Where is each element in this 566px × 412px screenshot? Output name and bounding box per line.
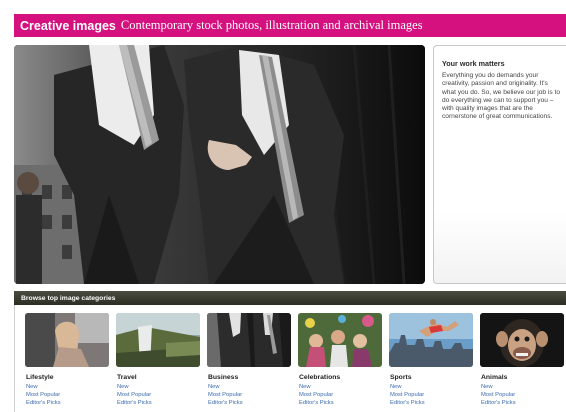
category-link-most-popular[interactable]: Most Popular bbox=[208, 391, 291, 399]
category-link-new[interactable]: New bbox=[117, 383, 200, 391]
category-name[interactable]: Travel bbox=[117, 374, 200, 381]
categories-panel: Lifestyle New Most Popular Editor's Pick… bbox=[14, 305, 566, 412]
category-link-editors-picks[interactable]: Editor's Picks bbox=[208, 399, 291, 407]
info-title: Your work matters bbox=[442, 59, 505, 68]
category-link-most-popular[interactable]: Most Popular bbox=[299, 391, 382, 399]
category-link-most-popular[interactable]: Most Popular bbox=[390, 391, 473, 399]
category-link-new[interactable]: New bbox=[481, 383, 564, 391]
category-thumbnail[interactable] bbox=[298, 313, 382, 367]
category-business: Business New Most Popular Editor's Picks bbox=[207, 313, 291, 407]
category-link-most-popular[interactable]: Most Popular bbox=[26, 391, 109, 399]
category-link-editors-picks[interactable]: Editor's Picks bbox=[117, 399, 200, 407]
category-lifestyle: Lifestyle New Most Popular Editor's Pick… bbox=[25, 313, 109, 407]
category-link-editors-picks[interactable]: Editor's Picks bbox=[390, 399, 473, 407]
info-panel: Your work matters Everything you do dema… bbox=[433, 45, 566, 284]
category-name[interactable]: Celebrations bbox=[299, 374, 382, 381]
category-link-new[interactable]: New bbox=[390, 383, 473, 391]
info-body: Everything you do demands your creativit… bbox=[442, 72, 561, 121]
category-name[interactable]: Business bbox=[208, 374, 291, 381]
category-name[interactable]: Animals bbox=[481, 374, 564, 381]
category-travel: Travel New Most Popular Editor's Picks bbox=[116, 313, 200, 407]
category-thumbnail[interactable] bbox=[25, 313, 109, 367]
category-thumbnail[interactable] bbox=[480, 313, 564, 367]
category-link-most-popular[interactable]: Most Popular bbox=[481, 391, 564, 399]
brand-tagline: Contemporary stock photos, illustration … bbox=[120, 18, 423, 32]
category-name[interactable]: Lifestyle bbox=[26, 374, 109, 381]
category-sports: Sports New Most Popular Editor's Picks bbox=[389, 313, 473, 407]
hero-image[interactable] bbox=[14, 45, 425, 284]
category-thumbnail[interactable] bbox=[116, 313, 200, 367]
categories-header: Browse top image categories bbox=[14, 291, 566, 305]
category-thumbnail[interactable] bbox=[389, 313, 473, 367]
category-link-editors-picks[interactable]: Editor's Picks bbox=[26, 399, 109, 407]
category-link-new[interactable]: New bbox=[299, 383, 382, 391]
category-name[interactable]: Sports bbox=[390, 374, 473, 381]
category-link-editors-picks[interactable]: Editor's Picks bbox=[481, 399, 564, 407]
category-link-most-popular[interactable]: Most Popular bbox=[117, 391, 200, 399]
category-link-editors-picks[interactable]: Editor's Picks bbox=[299, 399, 382, 407]
category-link-new[interactable]: New bbox=[208, 383, 291, 391]
site-banner: Creative images Contemporary stock photo… bbox=[14, 14, 566, 37]
category-link-new[interactable]: New bbox=[26, 383, 109, 391]
category-celebrations: Celebrations New Most Popular Editor's P… bbox=[298, 313, 382, 407]
brand-title[interactable]: Creative images bbox=[20, 19, 116, 33]
category-thumbnail[interactable] bbox=[207, 313, 291, 367]
category-animals: Animals New Most Popular Editor's Picks bbox=[480, 313, 564, 407]
